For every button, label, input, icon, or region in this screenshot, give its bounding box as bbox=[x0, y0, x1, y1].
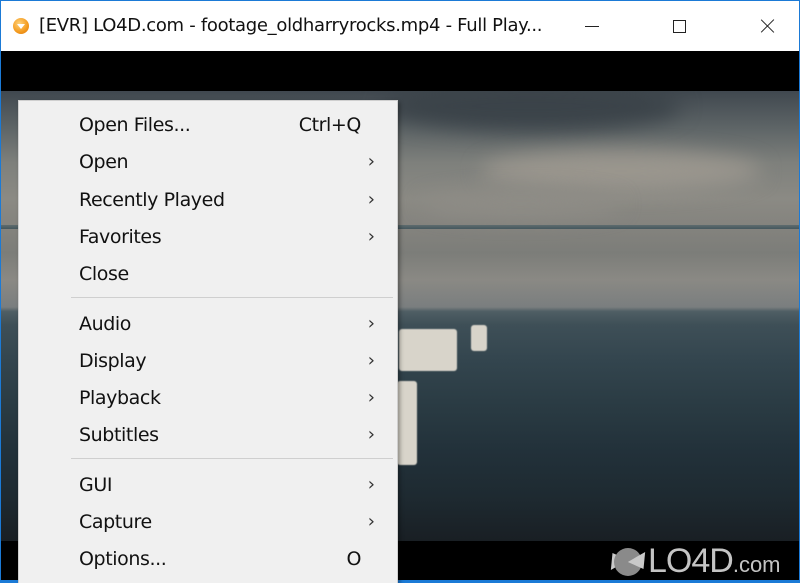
chevron-right-icon: › bbox=[367, 424, 375, 446]
chevron-right-icon: › bbox=[367, 151, 375, 173]
menu-item-label: Display bbox=[79, 349, 147, 372]
watermark-logo: LO4D.com bbox=[603, 542, 781, 581]
lo4d-logo-icon bbox=[603, 544, 653, 580]
menu-item-favorites[interactable]: Favorites › bbox=[71, 217, 393, 254]
minimize-icon bbox=[585, 25, 599, 27]
menu-item-options[interactable]: Options... O bbox=[71, 539, 393, 576]
maximize-icon bbox=[672, 19, 686, 33]
menu-item-shortcut: Ctrl+Q bbox=[298, 114, 362, 136]
menu-item-label: Recently Played bbox=[79, 188, 225, 211]
menu-separator bbox=[71, 296, 393, 298]
menu-item-playback[interactable]: Playback › bbox=[71, 378, 393, 415]
menu-item-label: Open Files... bbox=[79, 114, 191, 136]
menu-item-label: Open bbox=[79, 151, 129, 174]
menu-item-label: Audio bbox=[79, 312, 132, 335]
watermark-text: LO4D.com bbox=[648, 542, 781, 580]
chalk-stack bbox=[397, 381, 417, 465]
chalk-stack bbox=[399, 329, 457, 371]
menu-item-close[interactable]: Close bbox=[71, 254, 393, 291]
menu-item-capture[interactable]: Capture › bbox=[71, 502, 393, 539]
chevron-right-icon: › bbox=[367, 349, 375, 371]
cloud bbox=[381, 91, 681, 131]
maximize-button[interactable] bbox=[656, 1, 702, 51]
minimize-button[interactable] bbox=[569, 1, 615, 51]
menu-item-display[interactable]: Display › bbox=[71, 341, 393, 378]
cloud bbox=[481, 151, 761, 191]
close-button[interactable] bbox=[745, 1, 791, 51]
menu-separator bbox=[71, 457, 393, 459]
window-title: [EVR] LO4D.com - footage_oldharryrocks.m… bbox=[39, 15, 543, 36]
chevron-right-icon: › bbox=[367, 225, 375, 247]
cloud bbox=[421, 191, 621, 217]
menu-item-recently-played[interactable]: Recently Played › bbox=[71, 180, 393, 217]
chevron-right-icon: › bbox=[367, 387, 375, 409]
menu-item-label: Subtitles bbox=[79, 424, 159, 447]
chevron-right-icon: › bbox=[367, 188, 375, 210]
menu-item-label: Close bbox=[79, 263, 129, 286]
chevron-right-icon: › bbox=[367, 473, 375, 495]
menu-item-audio[interactable]: Audio › bbox=[71, 304, 393, 341]
close-icon bbox=[761, 19, 775, 33]
title-bar[interactable]: [EVR] LO4D.com - footage_oldharryrocks.m… bbox=[1, 1, 799, 51]
menu-item-label: Options... bbox=[79, 548, 167, 571]
chevron-right-icon: › bbox=[367, 511, 375, 532]
menu-item-shortcut: O bbox=[346, 548, 361, 571]
chalk-stack bbox=[471, 325, 487, 351]
menu-item-open-files[interactable]: Open Files... Ctrl+Q bbox=[71, 105, 393, 142]
menu-item-gui[interactable]: GUI › bbox=[71, 465, 393, 502]
menu-item-subtitles[interactable]: Subtitles › bbox=[71, 415, 393, 452]
app-logo-icon bbox=[13, 18, 29, 34]
menu-item-open[interactable]: Open › bbox=[71, 142, 393, 179]
context-menu: Open Files... Ctrl+Q Open › Recently Played ›… bbox=[18, 100, 398, 583]
menu-item-label: Capture bbox=[79, 511, 152, 533]
chevron-right-icon: › bbox=[367, 312, 375, 334]
menu-item-label: GUI bbox=[79, 473, 113, 496]
menu-item-label: Favorites bbox=[79, 225, 162, 248]
menu-item-label: Playback bbox=[79, 387, 161, 410]
